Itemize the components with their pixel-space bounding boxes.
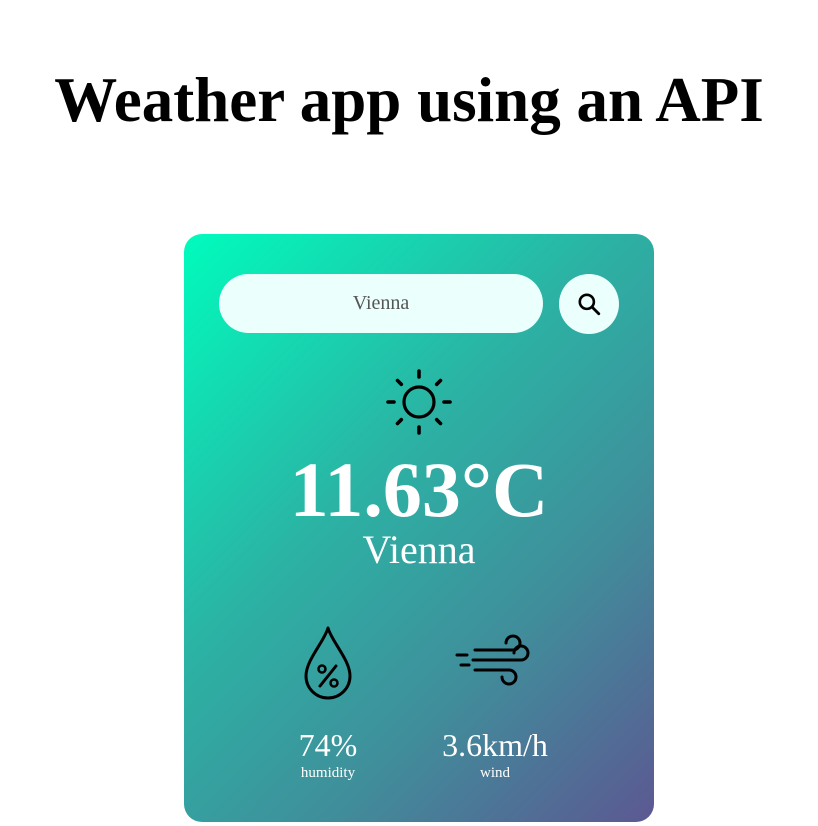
wind-icon xyxy=(455,634,530,686)
page: Weather app using an API 11.63°C Vie xyxy=(0,0,818,826)
wind-value: 3.6km/h xyxy=(442,727,548,763)
city-name: Vienna xyxy=(362,527,476,572)
city-search-input[interactable] xyxy=(219,274,543,333)
temperature-value: 11.63°C xyxy=(289,446,549,533)
search-icon xyxy=(578,293,601,316)
humidity-value: 74% xyxy=(298,727,358,763)
wind-label: wind xyxy=(480,765,510,781)
wind-detail: 3.6km/h wind xyxy=(420,634,570,781)
weather-card: 11.63°C Vienna 74% humidity xyxy=(184,234,654,822)
search-button[interactable] xyxy=(559,274,619,334)
humidity-label: humidity xyxy=(300,765,356,781)
humidity-detail: 74% humidity xyxy=(268,622,388,781)
sun-icon xyxy=(386,369,452,435)
page-title: Weather app using an API xyxy=(54,65,764,135)
humidity-drop-icon xyxy=(304,626,352,700)
